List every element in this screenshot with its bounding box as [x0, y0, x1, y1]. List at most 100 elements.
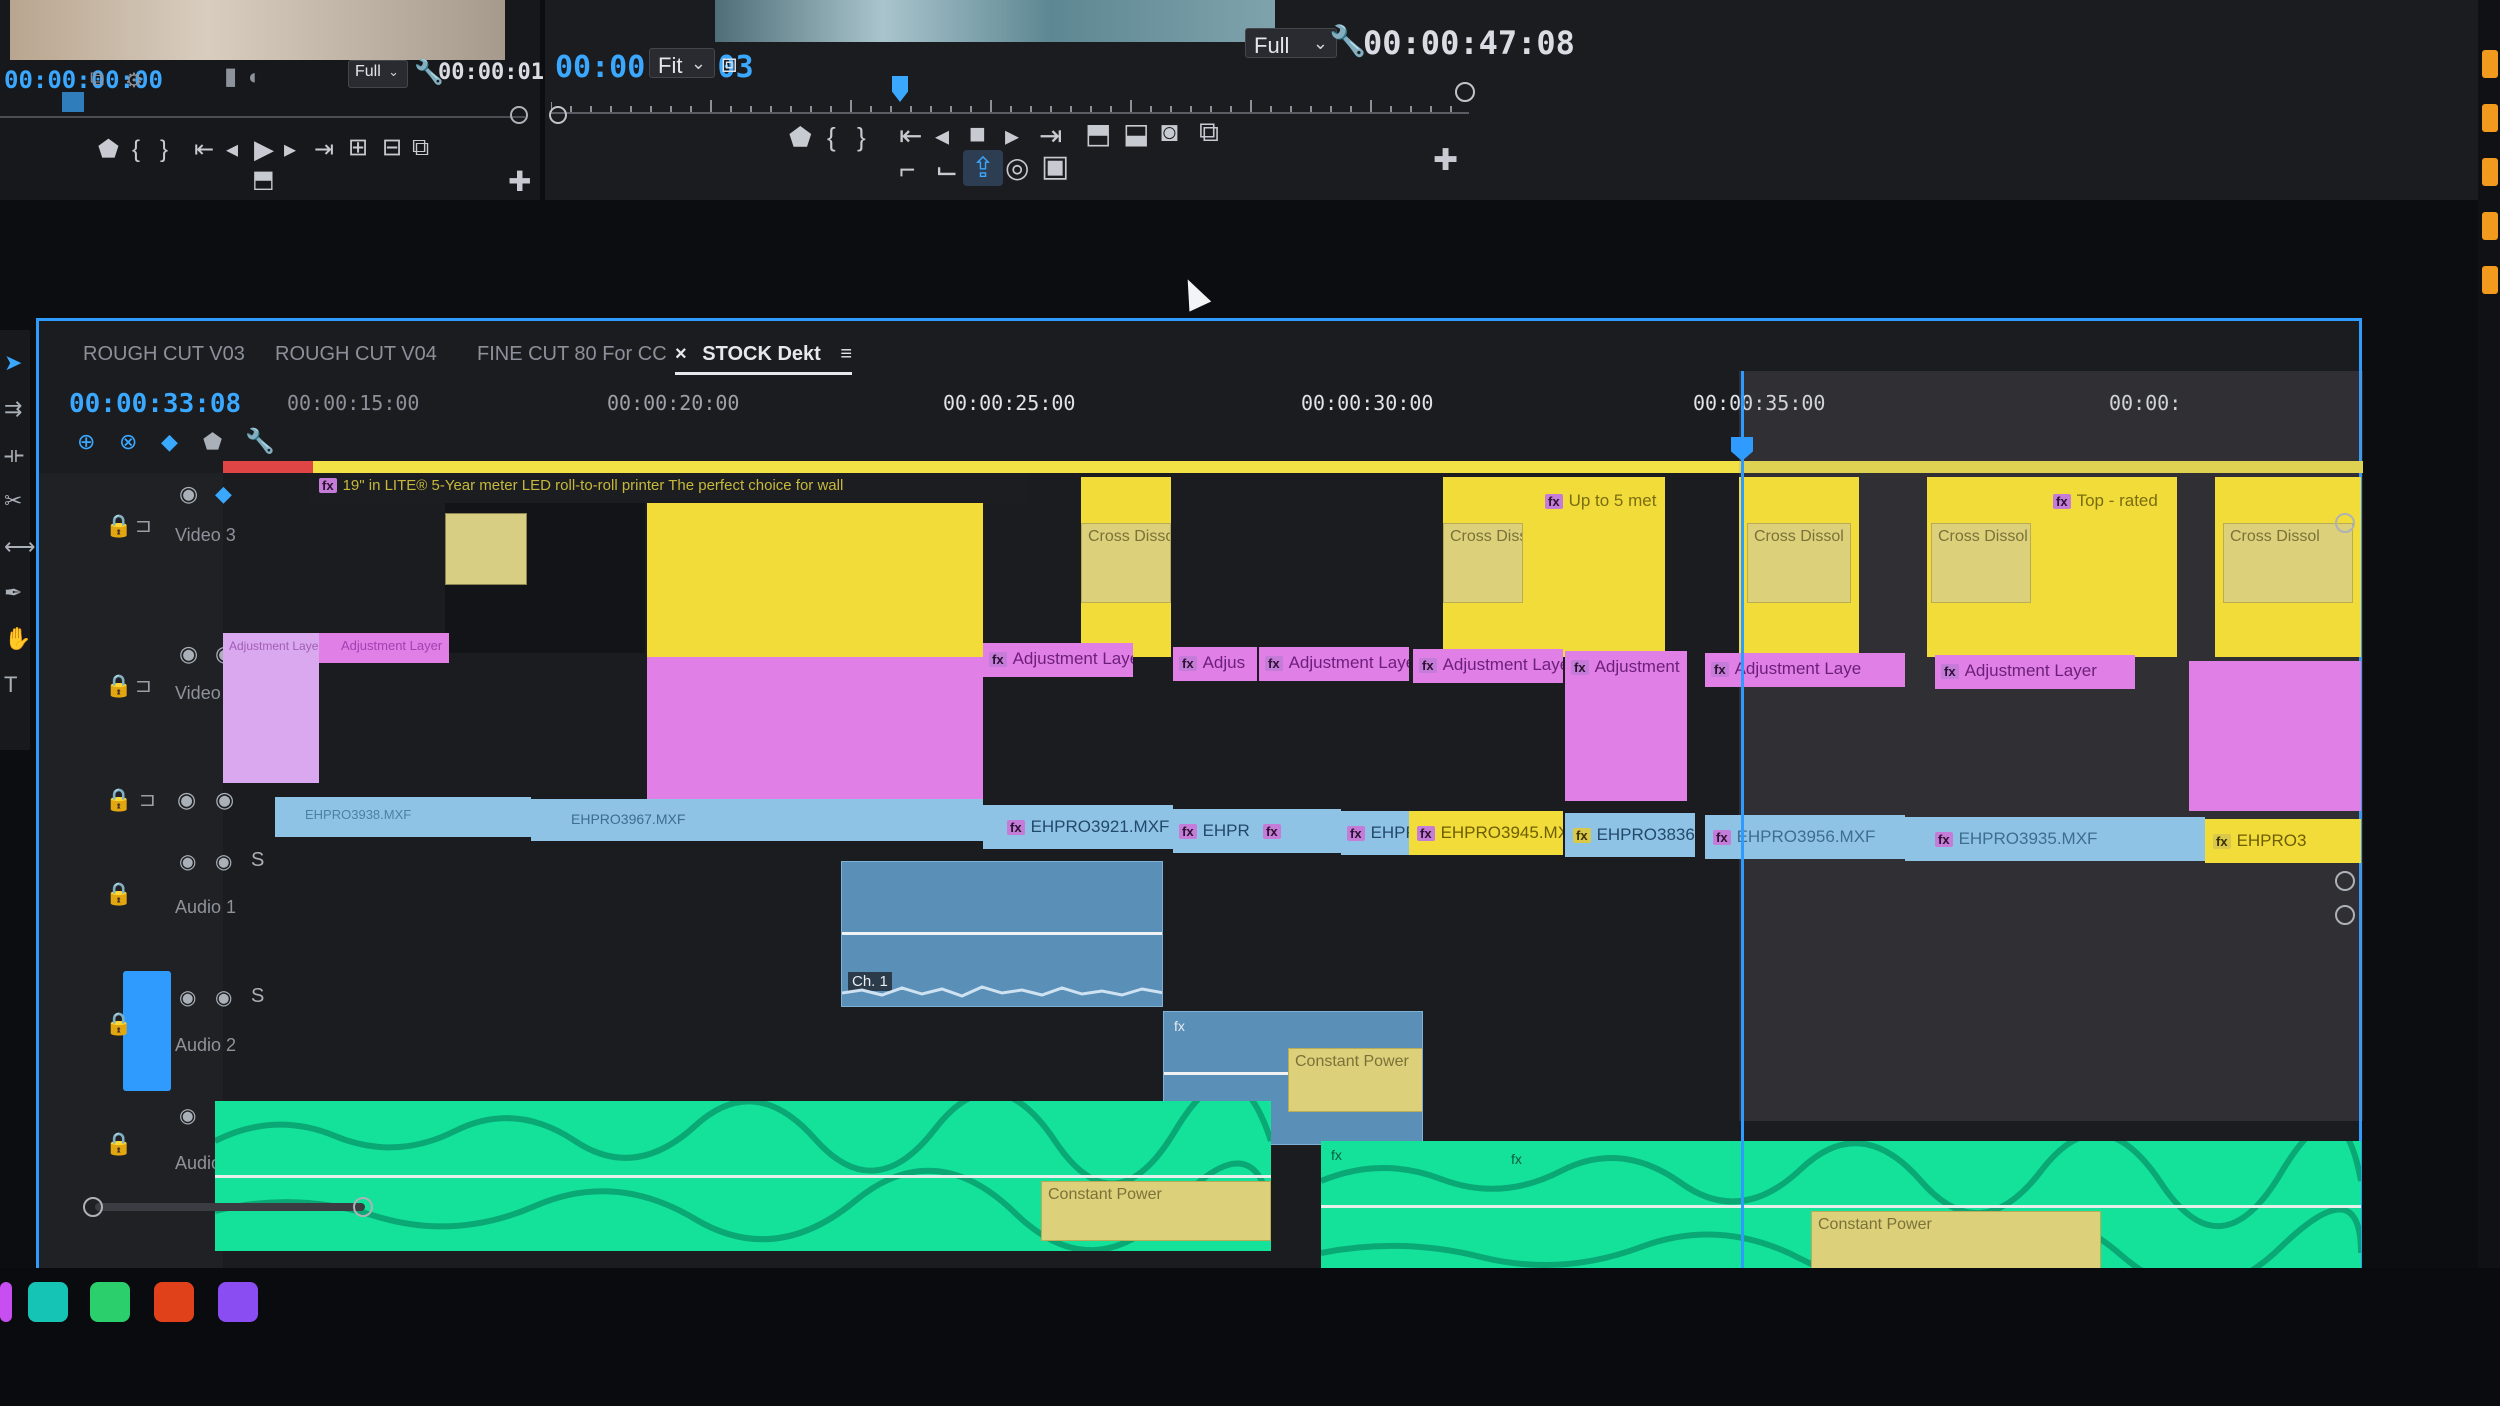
v3-cross-dissolve-5[interactable]: Cross Dissol [2223, 523, 2353, 603]
selection-tool-icon[interactable]: ➤ [4, 350, 22, 376]
ripple-edit-tool-icon[interactable]: ⟛ [4, 442, 24, 468]
v1-clip-10[interactable]: fx EHPRO3935.MXF [1905, 817, 2205, 861]
v2-pink-right[interactable] [2189, 661, 2361, 811]
add-marker-icon[interactable]: ⬟ [98, 138, 119, 162]
go-to-in-icon[interactable]: ⇤ [194, 138, 214, 162]
source-safe-margins-icon[interactable]: ⧉ [90, 68, 104, 91]
a2-lock-icon[interactable]: 🔒 [105, 1011, 132, 1037]
step-back-icon[interactable]: ◂ [935, 122, 949, 150]
a2-solo-icon[interactable]: ◉ [215, 985, 232, 1010]
a1-mute-icon[interactable]: ◉ [179, 849, 196, 874]
source-zoom-select[interactable]: Full ⌄ [348, 60, 408, 88]
v2-adjustment-left[interactable]: Adjustment Layer [223, 633, 319, 783]
a1-voiceover-icon[interactable]: S [251, 849, 264, 872]
play-icon[interactable]: ▶ [254, 136, 274, 162]
v1-clip-8[interactable]: fx EHPRO3836 [1565, 813, 1695, 857]
mark-in-icon[interactable]: { [827, 124, 836, 150]
program-wrench-icon[interactable]: 🔧 [1329, 24, 1366, 59]
a3-volume-line-2[interactable] [1321, 1205, 2361, 1208]
audio-scroll-handle[interactable] [2335, 905, 2355, 925]
v1-clip-3[interactable]: fxEHPRO3921.MXF Sul [983, 805, 1173, 849]
dock-app-icon[interactable] [218, 1282, 258, 1322]
v1-lock-icon[interactable]: 🔒 [105, 787, 132, 813]
v3-sync-icon[interactable]: ◆ [215, 481, 232, 507]
step-forward-icon[interactable]: ▸ [284, 138, 296, 162]
a1-solo-icon[interactable]: ◉ [215, 849, 232, 874]
stop-icon[interactable]: ■ [969, 120, 986, 148]
a1-lock-icon[interactable]: 🔒 [105, 881, 132, 907]
a3-lock-icon[interactable]: 🔒 [105, 1131, 132, 1157]
snap-icon[interactable]: ⊕ [77, 429, 95, 455]
strip-app-icon[interactable] [2482, 266, 2498, 294]
v1-clip-4[interactable]: fx EHPR [1173, 809, 1257, 853]
a3-volume-line[interactable] [215, 1175, 1271, 1178]
v2-adjustment-6[interactable]: fx Adjustment Laye [1705, 653, 1905, 687]
a1-volume-line[interactable] [842, 932, 1162, 935]
v3-target-icon[interactable]: ⊐ [135, 513, 152, 538]
step-back-icon[interactable]: ◂ [226, 138, 238, 162]
strip-app-icon[interactable] [2482, 50, 2498, 78]
razor-tool-icon[interactable]: ✂ [4, 488, 22, 514]
v1-target-icon[interactable]: ⊐ [139, 787, 156, 812]
insert-icon[interactable]: ⊞ [348, 136, 368, 160]
a3-audio-clip-1[interactable]: Constant Power [215, 1101, 1271, 1251]
v1-clip-11[interactable]: fx EHPRO3 [2205, 819, 2361, 863]
dock-app-icon[interactable] [154, 1282, 194, 1322]
trim-in-icon[interactable]: ⌙ [935, 156, 958, 184]
timeline-playhead[interactable] [1741, 371, 1744, 1311]
go-to-in-icon[interactable]: ⇤ [899, 122, 922, 150]
strip-app-icon[interactable] [2482, 104, 2498, 132]
timeline-h-scroll-track[interactable] [95, 1203, 365, 1211]
slip-tool-icon[interactable]: ⟷ [4, 534, 36, 560]
tab-stock-dekt[interactable]: × STOCK Dekt ≡ [675, 343, 853, 375]
v3-lock-icon[interactable]: 🔒 [105, 513, 132, 539]
v3-yellow-clip-5[interactable]: Cross Dissol [1739, 477, 1859, 657]
v3-yellow-clip-3[interactable]: Cross Disso [1443, 477, 1533, 657]
hand-tool-icon[interactable]: ✋ [4, 626, 31, 652]
compare-view-icon[interactable]: ⧉ [1199, 118, 1219, 146]
v1-clip-7[interactable]: fxEHPRO3945.MXF [1409, 811, 1563, 855]
overwrite-icon[interactable]: ⊟ [382, 136, 402, 160]
strip-app-icon[interactable] [2482, 158, 2498, 186]
v1-visibility-icon[interactable]: ◉ [177, 787, 196, 813]
mark-out-icon[interactable]: } [857, 124, 866, 150]
mark-in-icon[interactable]: { [132, 138, 140, 162]
extract-icon[interactable]: ⬓ [1123, 120, 1149, 148]
a3-constant-power-2[interactable]: Constant Power [1811, 1211, 2101, 1271]
a2-constant-power[interactable]: Constant Power [1288, 1048, 1422, 1112]
v2-adjustment-7[interactable]: fx Adjustment Layer [1935, 655, 2135, 689]
v2-adjustment-1[interactable]: fx Adjustment Layer [983, 643, 1133, 677]
v3-yellow-clip-1[interactable] [647, 503, 983, 657]
v2-adjustment-5[interactable]: fx Adjustment [1565, 651, 1687, 801]
tab-close-icon[interactable]: × [675, 343, 687, 365]
dock-app-icon[interactable] [28, 1282, 68, 1322]
program-zoom-fit-select[interactable]: Fit ⌄ [649, 48, 715, 78]
v1-clip-1[interactable]: EHPRO3938.MXF [275, 797, 531, 837]
strip-app-icon[interactable] [2482, 212, 2498, 240]
export-frame-icon[interactable]: ⧉ [412, 136, 429, 160]
v2-pink-block[interactable] [647, 657, 983, 807]
source-scroll-handle[interactable] [510, 106, 528, 124]
program-ruler[interactable] [550, 76, 1469, 114]
v2-adjustment-4[interactable]: fx Adjustment Laye [1413, 649, 1563, 683]
timeline-h-scroll-left[interactable] [83, 1197, 103, 1217]
program-in-point-handle[interactable] [549, 106, 567, 124]
a3-constant-power-1[interactable]: Constant Power [1041, 1181, 1271, 1241]
tab-fine-cut[interactable]: FINE CUT 80 For CC [477, 343, 667, 366]
a2-mute-icon[interactable]: ◉ [179, 985, 196, 1010]
marker-icon[interactable]: ⬟ [203, 429, 222, 455]
program-zoom-full-select[interactable]: Full ⌄ [1245, 28, 1337, 58]
tab-rough-cut-v04[interactable]: ROUGH CUT V04 [275, 343, 437, 366]
v1-eye-icon[interactable]: ◉ [215, 787, 234, 813]
v1-clip-6[interactable]: fxEHPR [1341, 811, 1409, 855]
v3-yellow-clip-7[interactable]: Cross Dissol [2215, 477, 2361, 657]
v2-adjustment-3[interactable]: fx Adjustment Laye [1259, 647, 1409, 681]
source-playhead[interactable] [62, 92, 84, 112]
v3-cross-dissolve-4[interactable]: Cross Dissol [1931, 523, 2031, 603]
v3-text-title-clip[interactable]: fx 19" in LITE® 5-Year meter LED roll-to-… [309, 473, 1029, 503]
mark-out-icon[interactable]: } [160, 138, 168, 162]
v1-clip-9[interactable]: fx EHPRO3956.MXF [1705, 815, 1905, 859]
video-scroll-handle-2[interactable] [2335, 871, 2355, 891]
v3-cross-dissolve-2[interactable]: Cross Disso [1443, 523, 1523, 603]
v3-cross-dissolve-1[interactable]: Cross Dissol [1081, 523, 1171, 603]
